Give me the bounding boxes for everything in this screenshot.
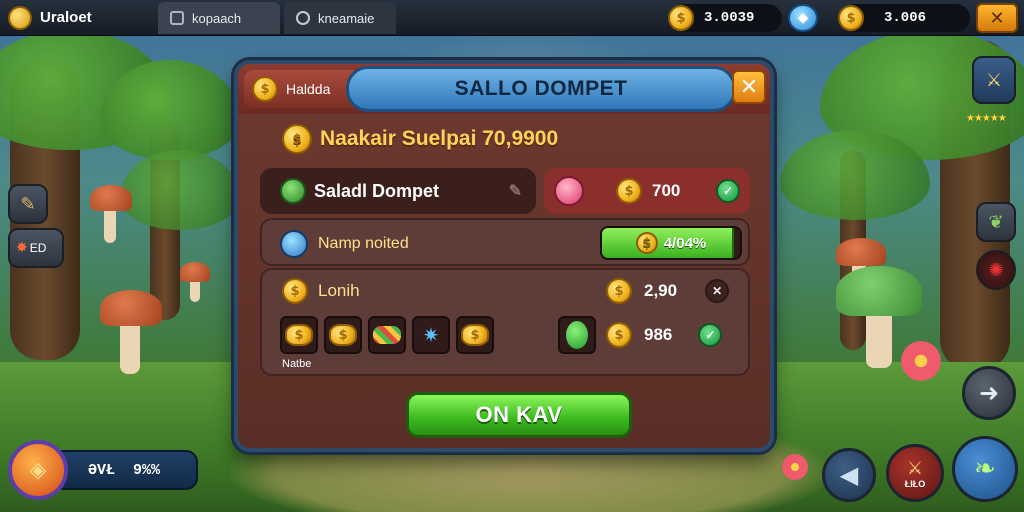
wallet-name-field[interactable]: Saladl Dompet ✎ [260,168,536,214]
item-slot[interactable] [368,316,406,354]
coin-icon [282,278,308,304]
item-slot[interactable] [280,316,318,354]
coin-icon [606,278,632,304]
wallet-name: Saladl Dompet [314,180,440,201]
leaf-icon [280,178,306,204]
confirm-button[interactable]: ON KAV [406,392,632,438]
firework-icon: ✷ [422,323,440,347]
wallet-amount-row: 700 ✓ [544,168,750,214]
items-title: Lonih [318,281,360,300]
square-icon [170,11,184,25]
dismiss-icon[interactable]: ✕ [705,279,730,303]
attack-button[interactable]: ⚔ ŁIŁO [886,444,944,502]
sword-icon: ⚔ [906,457,924,479]
slot-label: Natbe [282,358,312,370]
coin-stack-icon [285,324,313,346]
coin-icon [635,232,658,254]
coin-stack-icon [329,324,357,346]
tab-label: kopaach [192,10,242,26]
item-slot[interactable] [456,316,494,354]
coin-icon [282,124,312,154]
tab-haldda[interactable]: Haldda [244,70,354,108]
events-button[interactable]: ✸ ED [8,228,64,268]
attack-label: ŁIŁO [904,478,926,489]
stat-value: 2,90 [644,281,678,300]
items-panel: Lonih ✷ Natbe 2,90 ✕ 986 ✓ [260,268,750,376]
edit-pencil-icon[interactable]: ✎ [509,181,522,201]
stat-value: 986 [644,325,673,344]
coin-icon [838,5,864,31]
app-title: Uraloet [40,9,92,26]
currency-counter-2: 3.006 [838,4,970,32]
player-stat-b: 9%% [133,461,161,479]
arrow-right-icon: ➜ [978,379,1000,407]
item-slots: ✷ [280,316,596,354]
currency-counter-1: 3.0039 [668,4,782,32]
player-badge[interactable]: ƏVŁ 9%% ◈ [8,440,208,500]
player-stats: ƏVŁ 9%% [48,450,198,490]
arrow-left-icon: ◀ [839,461,859,489]
confirm-check-icon[interactable]: ✓ [716,179,740,203]
dragon-button[interactable]: ✺ [976,250,1016,290]
coin-icon [252,76,278,102]
stat-row: 2,90 ✕ [606,278,730,304]
back-arrow-button[interactable]: ◀ [822,448,876,502]
skill-button[interactable]: ❧ [952,436,1018,502]
item-slot[interactable]: ✷ [412,316,450,354]
tab-kopaach[interactable]: kopaach [158,2,280,34]
player-stat-a: ƏVŁ [88,461,116,479]
player-avatar[interactable]: ◈ [8,440,68,500]
progress-text: 4/04% [663,234,707,252]
diamond-icon: ◆ [797,10,809,26]
app-logo-icon [8,6,32,30]
next-arrow-button[interactable]: ➜ [962,366,1016,420]
tab-label: kneamaie [318,10,375,26]
green-gem-icon [566,321,588,349]
side-tab-label: Haldda [286,81,331,97]
balance-summary: Naakair Suelpai 70,9900 [282,124,558,154]
coin-icon [606,322,632,348]
coin-icon [616,178,642,204]
candy-icon [373,326,401,344]
circle-icon [296,11,310,25]
add-gems-button[interactable]: ◆ [788,4,818,32]
wallet-amount: 700 [652,181,681,200]
progress-panel: Namp noited 4/04% [260,218,750,266]
wallet-dialog: Haldda SALLO DOMPET ✕ Naakair Suelpai 70… [234,60,774,452]
balance-label: Naakair Suelpai 70,9900 [320,127,559,150]
shop-button[interactable]: ✕ [976,3,1018,33]
item-slot[interactable] [558,316,596,354]
flame-icon: ✸ [16,240,28,256]
refresh-icon [280,230,308,258]
events-label: ED [29,241,47,255]
confirm-check-icon[interactable]: ✓ [698,323,723,347]
leaf-button[interactable]: ❦ [976,202,1016,242]
progress-label: Namp noited [318,235,409,252]
currency-value: 3.0039 [704,10,755,26]
rank-button[interactable]: ⚔ [972,56,1016,104]
leaf-icon: ❦ [988,211,1004,233]
top-bar: Uraloet kopaach kneamaie 3.0039 ◆ 3.006 … [0,0,1024,36]
feather-icon: ❧ [974,454,996,484]
sword-icon: ⚔ [985,69,1003,91]
quest-scroll-button[interactable]: ✎ [8,184,48,224]
crossed-arrows-icon: ✕ [989,7,1005,29]
item-slot[interactable] [324,316,362,354]
close-icon: ✕ [739,74,759,100]
progress-bar: 4/04% [600,226,742,260]
shield-icon: ◈ [29,457,47,483]
coin-stack-icon [461,324,489,346]
dialog-title: SALLO DOMPET [346,66,736,112]
scroll-icon: ✎ [20,193,36,215]
dragon-icon: ✺ [988,259,1004,281]
currency-value: 3.006 [884,10,927,26]
close-button[interactable]: ✕ [732,70,766,104]
rating-stars: ★★★★★ [966,113,1007,124]
tab-kneamaie[interactable]: kneamaie [284,2,396,34]
gem-icon [554,176,584,206]
stat-row: 986 ✓ [606,322,723,348]
coin-icon [668,5,694,31]
